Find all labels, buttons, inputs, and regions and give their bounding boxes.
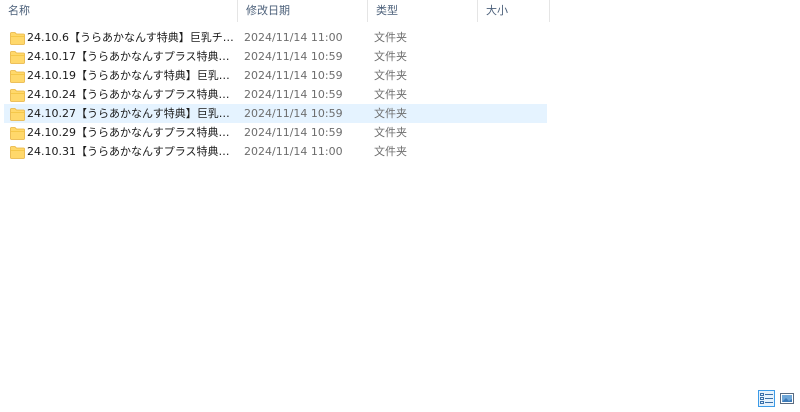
folder-icon [10,89,25,102]
file-name: 24.10.31【うらあかなんすプラス特典】… [27,145,235,158]
file-type: 文件夹 [374,126,407,139]
file-type: 文件夹 [374,50,407,63]
file-modified-date: 2024/11/14 10:59 [244,69,343,82]
folder-icon [10,70,25,83]
file-row[interactable]: 24.10.24【うらあかなんすプラス特典】… 2024/11/14 10:59 文… [4,85,547,104]
file-modified-date: 2024/11/14 11:00 [244,145,343,158]
file-size [484,29,544,46]
column-header-name[interactable]: 名称 [0,0,238,22]
column-header: ^ 名称 修改日期 类型 大小 [0,0,550,22]
file-modified-date: 2024/11/14 11:00 [244,31,343,44]
file-name: 24.10.17【うらあかなんすプラス特典】… [27,50,235,63]
file-row[interactable]: 24.10.31【うらあかなんすプラス特典】… 2024/11/14 11:00 文… [4,142,547,161]
folder-icon [10,108,25,121]
file-type: 文件夹 [374,107,407,120]
file-name: 24.10.27【うらあかなんす特典】巨乳♡… [27,107,235,120]
file-modified-date: 2024/11/14 10:59 [244,88,343,101]
column-header-size[interactable]: 大小 [478,0,550,22]
file-type: 文件夹 [374,145,407,158]
large-icons-view-icon [779,393,794,404]
file-size [484,67,544,84]
file-name: 24.10.6【うらあかなんす特典】巨乳チ… [27,31,234,44]
column-header-type[interactable]: 类型 [368,0,478,22]
column-header-date[interactable]: 修改日期 [238,0,368,22]
file-modified-date: 2024/11/14 10:59 [244,107,343,120]
file-row[interactable]: 24.10.29【うらあかなんすプラス特典】… 2024/11/14 10:59 文… [4,123,547,142]
file-modified-date: 2024/11/14 10:59 [244,126,343,139]
file-modified-date: 2024/11/14 10:59 [244,50,343,63]
file-name: 24.10.24【うらあかなんすプラス特典】… [27,88,235,101]
folder-icon [10,32,25,45]
folder-icon [10,51,25,64]
file-name: 24.10.19【うらあかなんす特典】巨乳チ… [27,69,235,82]
file-size [484,86,544,103]
file-type: 文件夹 [374,88,407,101]
details-view-icon [760,393,773,404]
file-row[interactable]: 24.10.6【うらあかなんす特典】巨乳チ… 2024/11/14 11:00 文件… [4,28,547,47]
file-type: 文件夹 [374,69,407,82]
file-size [484,48,544,65]
large-icons-view-button[interactable] [778,390,795,407]
file-list: 24.10.6【うらあかなんす特典】巨乳チ… 2024/11/14 11:00 文件… [4,28,550,161]
file-type: 文件夹 [374,31,407,44]
file-row[interactable]: 24.10.19【うらあかなんす特典】巨乳チ… 2024/11/14 10:59 文… [4,66,547,85]
folder-icon [10,127,25,140]
file-row[interactable]: 24.10.27【うらあかなんす特典】巨乳♡… 2024/11/14 10:59 文… [4,104,547,123]
file-explorer-pane: ^ 名称 修改日期 类型 大小 24.10.6【うらあかなんす特典】巨乳チ… 20… [0,0,800,412]
file-size [484,143,544,160]
file-name: 24.10.29【うらあかなんすプラス特典】… [27,126,235,139]
file-row[interactable]: 24.10.17【うらあかなんすプラス特典】… 2024/11/14 10:59 文… [4,47,547,66]
column-divider[interactable] [549,0,550,22]
folder-icon [10,146,25,159]
file-size [484,124,544,141]
details-view-button[interactable] [758,390,775,407]
file-size [484,105,544,122]
